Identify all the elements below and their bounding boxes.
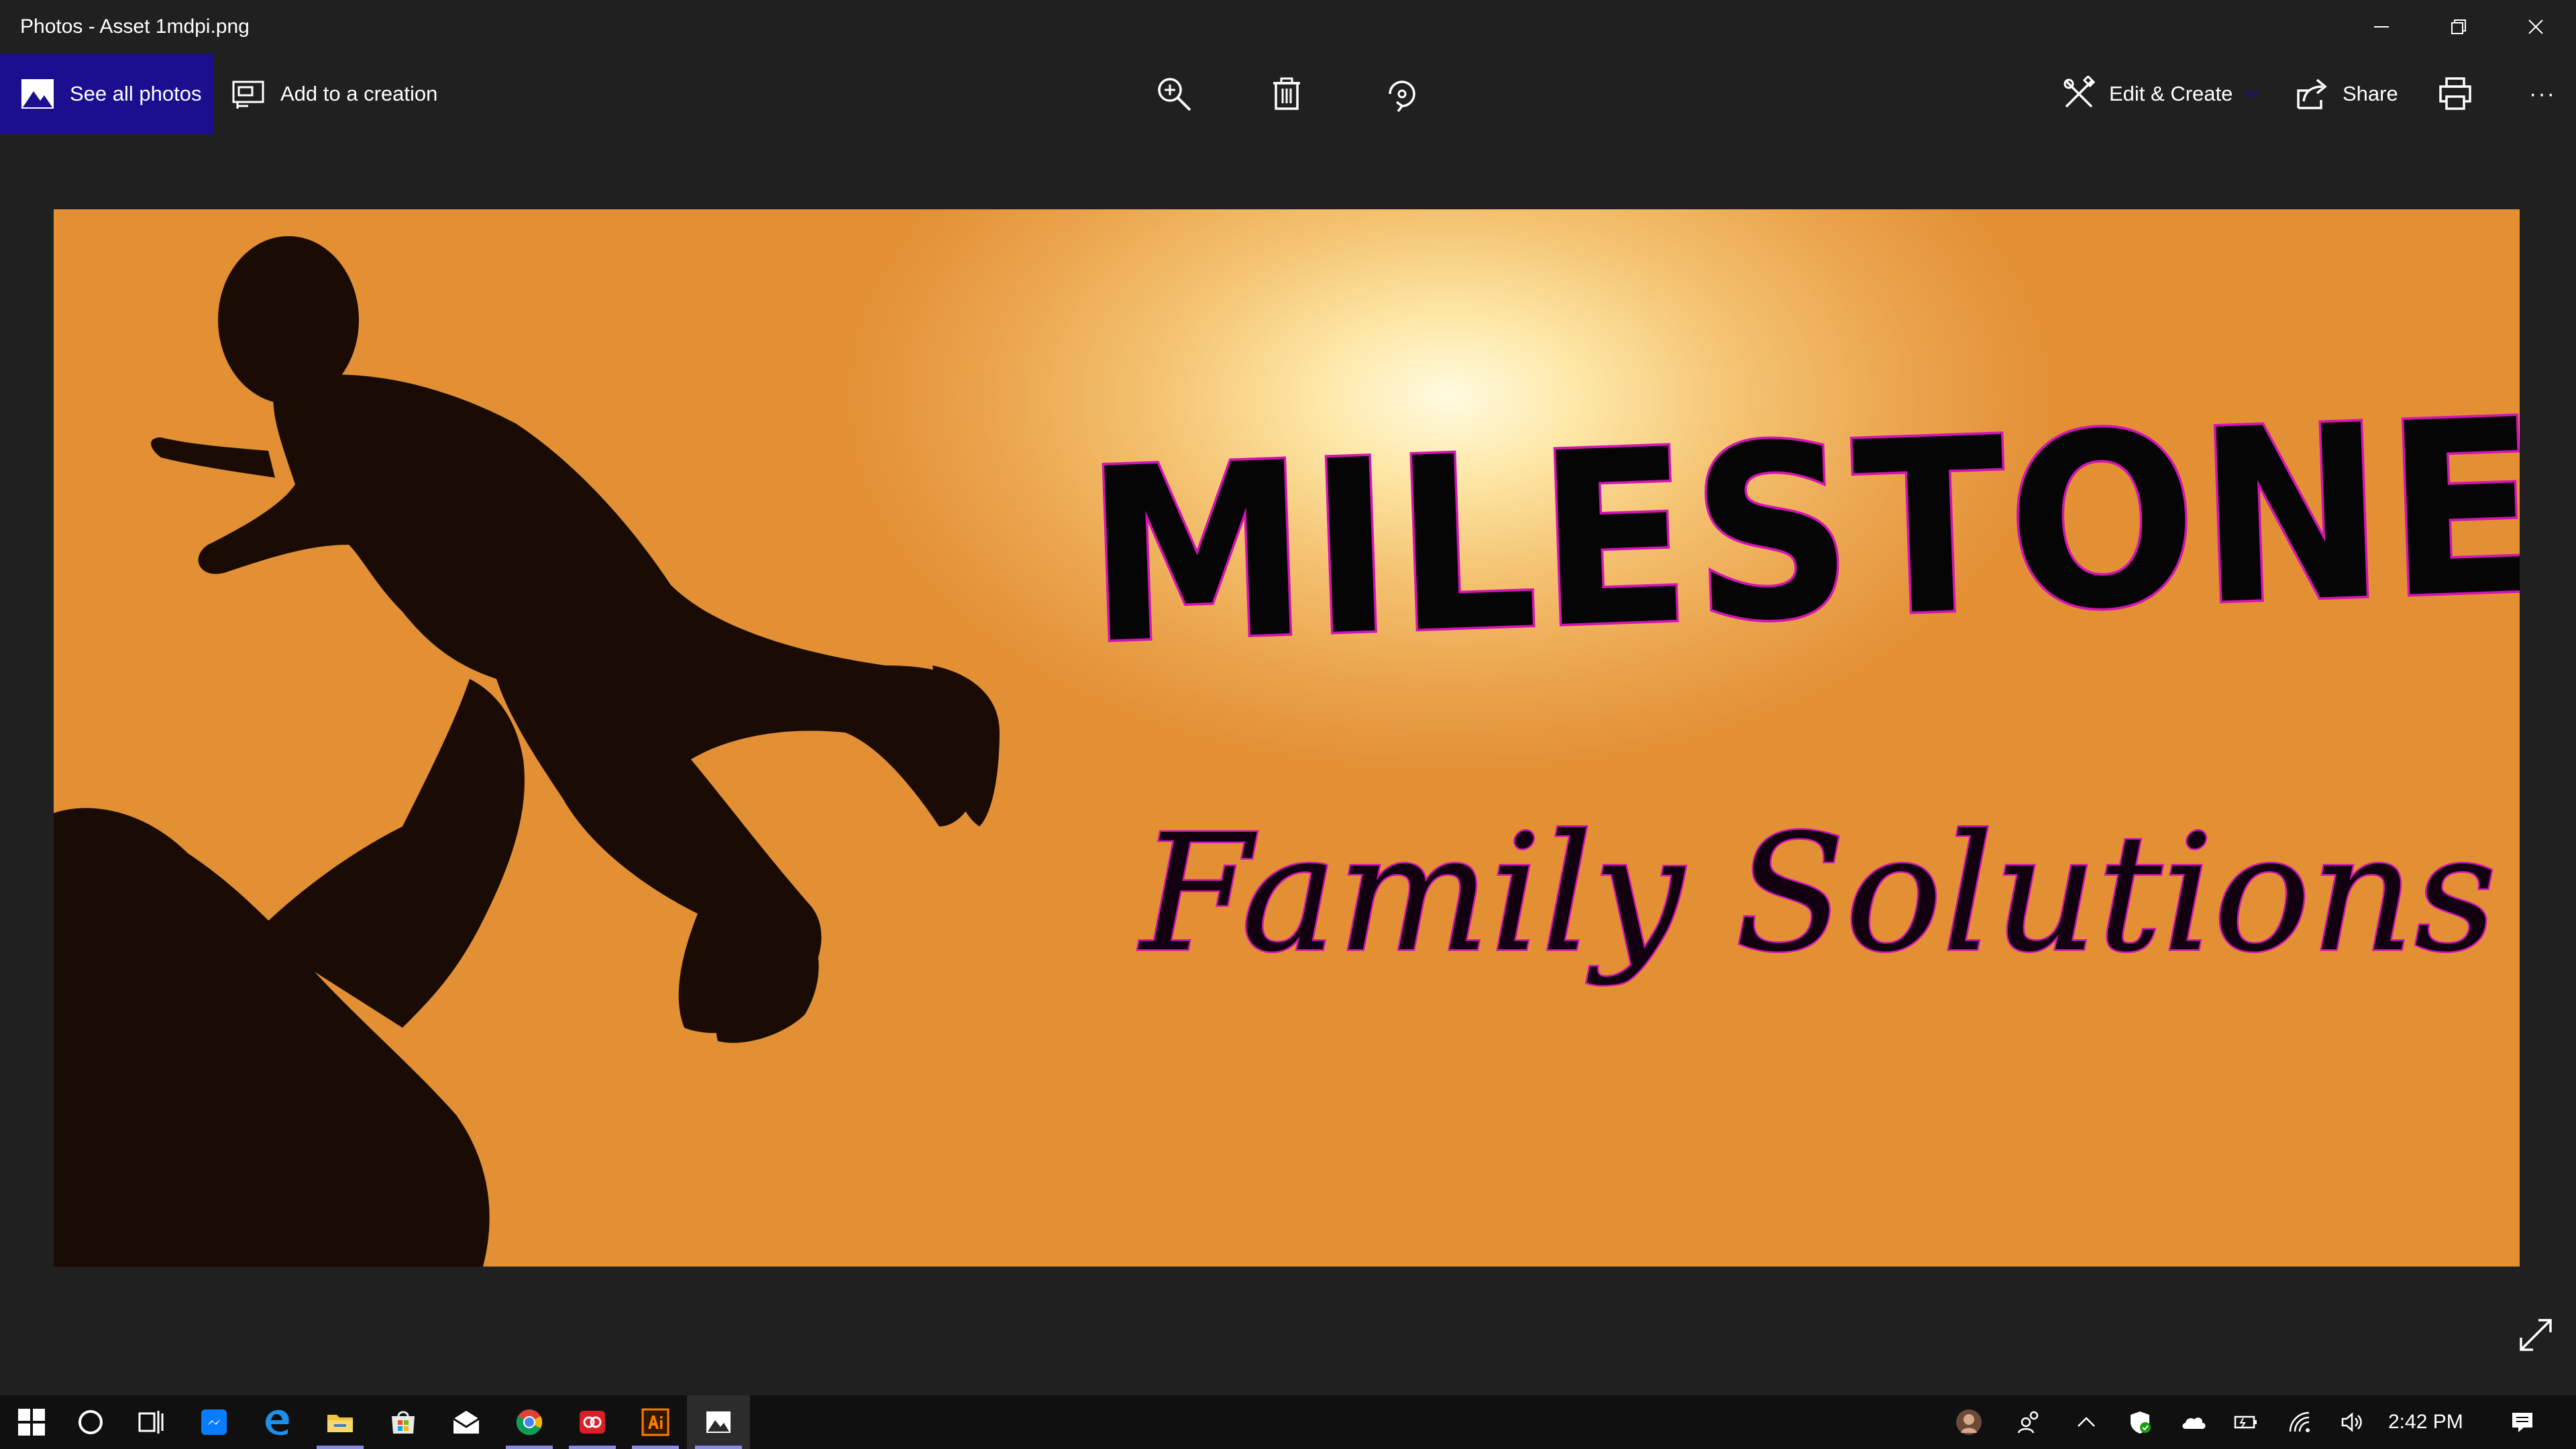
minimize-button[interactable] xyxy=(2345,0,2418,54)
wifi-icon xyxy=(2289,1411,2310,1432)
messenger-icon xyxy=(201,1409,227,1435)
volume-tray[interactable] xyxy=(2332,1395,2372,1449)
defender-icon xyxy=(2131,1411,2151,1434)
chevron-down-icon xyxy=(2245,90,2259,99)
avatar-icon xyxy=(1956,1409,1982,1435)
taskbar-adobe-cc[interactable] xyxy=(561,1395,624,1449)
add-to-creation-button[interactable]: Add to a creation xyxy=(231,54,437,134)
search-circle-icon xyxy=(78,1410,103,1434)
silhouette-image xyxy=(54,236,1000,1267)
photos-icon xyxy=(21,79,54,109)
notification-icon xyxy=(2512,1413,2532,1432)
action-center-button[interactable] xyxy=(2499,1395,2546,1449)
battery-icon xyxy=(2234,1415,2257,1429)
photo: MILESTONE Family Solutions xyxy=(54,209,2520,1267)
rotate-icon xyxy=(1389,80,1415,113)
show-hidden-icons-button[interactable] xyxy=(2066,1395,2106,1449)
minimize-icon xyxy=(2374,26,2389,28)
print-button[interactable] xyxy=(2425,54,2485,134)
onedrive-icon xyxy=(2182,1417,2206,1429)
taskbar-photos[interactable] xyxy=(687,1395,750,1449)
see-all-photos-label: See all photos xyxy=(70,82,202,105)
share-label: Share xyxy=(2343,82,2398,105)
file-explorer-icon xyxy=(327,1415,353,1432)
defender-tray[interactable] xyxy=(2120,1395,2160,1449)
battery-tray[interactable] xyxy=(2226,1395,2266,1449)
adobe-cc-icon xyxy=(580,1411,605,1434)
mail-icon xyxy=(453,1411,480,1434)
title-bar: Photos - Asset 1mdpi.png xyxy=(0,0,2576,54)
restore-icon xyxy=(2451,19,2466,34)
close-button[interactable] xyxy=(2499,0,2573,54)
illustrator-icon xyxy=(641,1408,669,1436)
edit-create-icon xyxy=(2063,76,2096,108)
rotate-button[interactable] xyxy=(1372,54,1432,134)
windows-start-icon xyxy=(18,1409,45,1436)
user-avatar[interactable] xyxy=(1949,1395,1989,1449)
clock[interactable]: 2:42 PM xyxy=(2388,1395,2463,1449)
edit-create-button[interactable]: Edit & Create xyxy=(2061,54,2273,134)
share-button[interactable]: Share xyxy=(2294,54,2398,134)
brand-subtitle: Family Solutions xyxy=(1139,798,2499,989)
taskbar-file-explorer[interactable] xyxy=(309,1395,372,1449)
trash-icon xyxy=(1273,77,1300,110)
more-icon: ··· xyxy=(2529,80,2556,107)
wifi-tray[interactable] xyxy=(2279,1395,2320,1449)
chrome-icon xyxy=(516,1409,543,1436)
people-icon xyxy=(2017,1411,2039,1434)
taskbar-messenger[interactable] xyxy=(182,1395,246,1449)
search-button[interactable] xyxy=(59,1395,122,1449)
photos-app-icon xyxy=(706,1411,731,1433)
print-icon xyxy=(2439,77,2471,110)
image-viewer: MILESTONE Family Solutions xyxy=(0,134,2576,1395)
restore-button[interactable] xyxy=(2422,0,2496,54)
add-to-creation-label: Add to a creation xyxy=(280,82,438,105)
taskbar-illustrator[interactable] xyxy=(624,1395,687,1449)
volume-icon xyxy=(2341,1412,2362,1432)
fullscreen-icon[interactable] xyxy=(2516,1315,2556,1355)
chevron-up-icon xyxy=(2078,1417,2095,1427)
task-view-icon xyxy=(138,1411,164,1434)
close-icon xyxy=(2528,19,2543,34)
creation-icon xyxy=(232,80,264,109)
delete-button[interactable] xyxy=(1256,54,1317,134)
taskbar-mail[interactable] xyxy=(435,1395,498,1449)
edit-create-label: Edit & Create xyxy=(2109,82,2233,105)
see-all-photos-button[interactable]: See all photos xyxy=(0,54,213,134)
share-icon xyxy=(2297,78,2327,109)
zoom-in-icon xyxy=(1158,78,1191,111)
onedrive-tray[interactable] xyxy=(2174,1395,2214,1449)
taskbar-edge[interactable] xyxy=(246,1395,309,1449)
edge-icon xyxy=(265,1409,289,1436)
taskbar-store[interactable] xyxy=(372,1395,435,1449)
start-button[interactable] xyxy=(0,1395,63,1449)
window-title: Photos - Asset 1mdpi.png xyxy=(20,15,250,38)
zoom-button[interactable] xyxy=(1144,54,1204,134)
taskbar: 2:42 PM xyxy=(0,1395,2576,1449)
taskbar-chrome[interactable] xyxy=(498,1395,561,1449)
people-button[interactable] xyxy=(2009,1395,2049,1449)
toolbar: See all photos Add to a creation Edit & … xyxy=(0,54,2576,134)
brand-title: MILESTONE xyxy=(1080,366,2520,699)
task-view-button[interactable] xyxy=(119,1395,182,1449)
store-icon xyxy=(392,1411,415,1434)
more-options-button[interactable]: ··· xyxy=(2519,54,2566,134)
